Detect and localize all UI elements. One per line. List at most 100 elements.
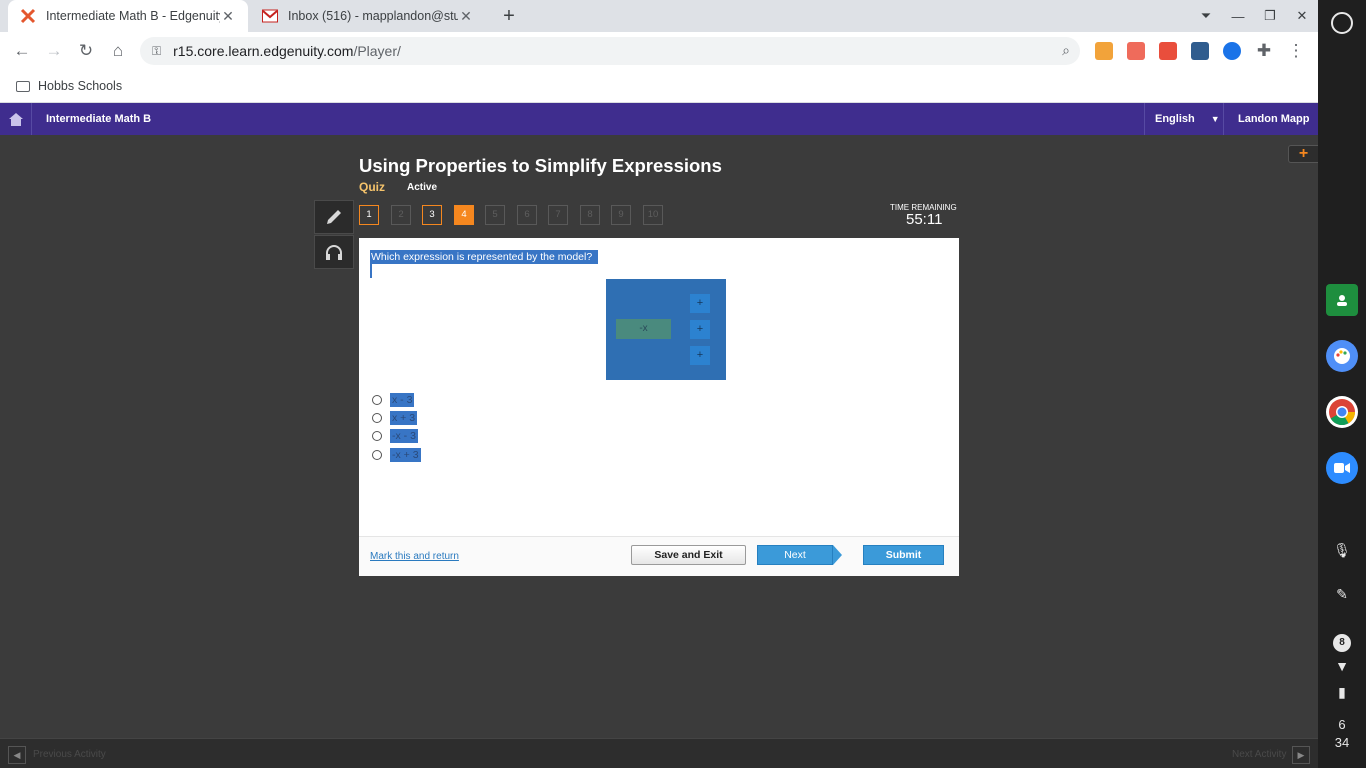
- wifi-icon[interactable]: ▼: [1330, 658, 1354, 678]
- answer-option[interactable]: x - 3: [372, 393, 415, 407]
- chevron-down-icon: ▼: [1210, 114, 1220, 124]
- minimize-icon[interactable]: —: [1222, 9, 1254, 24]
- bookmarks-bar: Hobbs Schools: [0, 70, 1318, 103]
- zoom-icon[interactable]: ⌕: [1062, 42, 1070, 59]
- browser-window: Intermediate Math B - Edgenuity ✕ Inbox …: [0, 0, 1318, 768]
- menu-kebab-icon[interactable]: ⋮: [1284, 40, 1308, 64]
- answer-option[interactable]: x + 3: [372, 411, 418, 425]
- battery-icon[interactable]: ▮: [1330, 684, 1354, 704]
- answer-option-text[interactable]: x + 3: [390, 411, 418, 425]
- site-info-icon[interactable]: ⚿: [152, 44, 161, 59]
- extensions-puzzle-icon[interactable]: ✚: [1252, 40, 1276, 64]
- url-host: r15.core.learn.edgenuity.com: [173, 43, 354, 59]
- question-panel: Which expression is represented by the m…: [359, 238, 959, 576]
- home-icon[interactable]: ⌂: [106, 40, 130, 64]
- page-title: Using Properties to Simplify Expressions: [359, 155, 722, 176]
- clock-hour: 6: [1338, 717, 1346, 732]
- tab-close-icon[interactable]: ✕: [220, 8, 236, 24]
- clock-minute: 34: [1334, 735, 1350, 750]
- tab-strip: Intermediate Math B - Edgenuity ✕ Inbox …: [0, 0, 1318, 32]
- positive-unit-tile: +: [690, 320, 710, 339]
- answer-option[interactable]: -x + 3: [372, 448, 421, 462]
- pencil-tool-button[interactable]: [314, 200, 354, 234]
- close-window-icon[interactable]: ✕: [1286, 8, 1318, 24]
- notification-count-badge[interactable]: 8: [1333, 634, 1351, 652]
- home-button[interactable]: [0, 103, 32, 135]
- tab-gmail[interactable]: Inbox (516) - mapplandon@stud ✕: [250, 0, 486, 32]
- activity-nav-bar: ◀ Previous Activity Next Activity ▶: [0, 738, 1318, 768]
- language-select[interactable]: English ▼: [1144, 103, 1224, 135]
- next-button[interactable]: Next: [757, 545, 833, 565]
- tab-title: Intermediate Math B - Edgenuity: [46, 9, 220, 23]
- previous-activity-button[interactable]: ◀: [8, 746, 26, 764]
- question-nav-2[interactable]: 2: [391, 205, 411, 225]
- calculator-extension-icon[interactable]: [1191, 42, 1209, 60]
- window-controls: ⏷ — ❐ ✕: [1190, 0, 1318, 32]
- tab-title: Inbox (516) - mapplandon@stud: [288, 9, 458, 23]
- house-icon: [8, 112, 23, 126]
- system-clock[interactable]: 6 34: [1318, 716, 1366, 752]
- activity-type: Quiz: [359, 180, 385, 194]
- radio-button[interactable]: [372, 413, 382, 423]
- save-and-exit-button[interactable]: Save and Exit: [631, 545, 746, 565]
- question-nav-6[interactable]: 6: [517, 205, 537, 225]
- radio-button[interactable]: [372, 450, 382, 460]
- previous-activity-label: Previous Activity: [33, 749, 106, 760]
- question-nav-4[interactable]: 4: [454, 205, 474, 225]
- negative-x-tile: -x: [616, 319, 671, 339]
- question-nav-10[interactable]: 10: [643, 205, 663, 225]
- next-arrow-icon: [833, 545, 842, 565]
- text-caret: [370, 264, 372, 278]
- os-shelf: 🎙 ✎ 8 ▼ ▮ 6 34: [1318, 0, 1366, 768]
- address-bar[interactable]: ⚿ r15.core.learn.edgenuity.com /Player/ …: [140, 37, 1080, 65]
- radio-button[interactable]: [372, 395, 382, 405]
- launcher-icon[interactable]: [1331, 12, 1353, 34]
- question-nav-5[interactable]: 5: [485, 205, 505, 225]
- question-nav-1[interactable]: 1: [359, 205, 379, 225]
- chrome-icon[interactable]: [1326, 396, 1358, 428]
- radio-button[interactable]: [372, 431, 382, 441]
- timer-value: 55:11: [906, 211, 943, 228]
- answer-option-text[interactable]: -x + 3: [390, 448, 421, 462]
- course-title: Intermediate Math B: [46, 113, 152, 125]
- shield-extension-icon[interactable]: [1223, 42, 1241, 60]
- new-tab-button[interactable]: +: [498, 6, 520, 28]
- plus-icon[interactable]: +: [1288, 145, 1318, 163]
- question-nav-3[interactable]: 3: [422, 205, 442, 225]
- google-classroom-icon[interactable]: [1326, 284, 1358, 316]
- algebra-tile-model: -x + + +: [606, 279, 726, 380]
- answer-option-text[interactable]: x - 3: [390, 393, 415, 407]
- forward-icon[interactable]: →: [42, 40, 66, 64]
- edgenuity-logo-icon: [20, 8, 36, 24]
- bookmark-hobbs-schools[interactable]: Hobbs Schools: [38, 79, 122, 93]
- profile-dropdown-icon[interactable]: ⏷: [1190, 8, 1222, 24]
- folder-icon: [16, 80, 30, 92]
- gmail-icon: [262, 8, 278, 24]
- tab-close-icon[interactable]: ✕: [458, 8, 474, 24]
- mark-and-return-link[interactable]: Mark this and return: [370, 551, 459, 562]
- audio-tool-button[interactable]: [314, 235, 354, 269]
- extension-icon-3[interactable]: [1159, 42, 1177, 60]
- extension-icon-1[interactable]: [1095, 42, 1113, 60]
- restore-icon[interactable]: ❐: [1254, 8, 1286, 24]
- stylus-icon[interactable]: ✎: [1330, 586, 1354, 606]
- palette-icon[interactable]: [1326, 340, 1358, 372]
- microphone-icon[interactable]: 🎙: [1330, 542, 1354, 562]
- answer-option-text[interactable]: -x - 3: [390, 429, 418, 443]
- extension-icon-2[interactable]: [1127, 42, 1145, 60]
- user-name[interactable]: Landon Mapp: [1238, 113, 1310, 125]
- tab-edgenuity[interactable]: Intermediate Math B - Edgenuity ✕: [8, 0, 248, 32]
- positive-unit-tile: +: [690, 346, 710, 365]
- submit-button[interactable]: Submit: [863, 545, 944, 565]
- reload-icon[interactable]: ↻: [74, 40, 98, 64]
- language-value: English: [1155, 113, 1195, 125]
- answer-option[interactable]: -x - 3: [372, 429, 418, 443]
- next-activity-button[interactable]: ▶: [1292, 746, 1310, 764]
- activity-status: Active: [407, 182, 438, 193]
- question-nav-7[interactable]: 7: [548, 205, 568, 225]
- question-nav-8[interactable]: 8: [580, 205, 600, 225]
- back-icon[interactable]: ←: [10, 40, 34, 64]
- question-nav-9[interactable]: 9: [611, 205, 631, 225]
- positive-unit-tile: +: [690, 294, 710, 313]
- zoom-app-icon[interactable]: [1326, 452, 1358, 484]
